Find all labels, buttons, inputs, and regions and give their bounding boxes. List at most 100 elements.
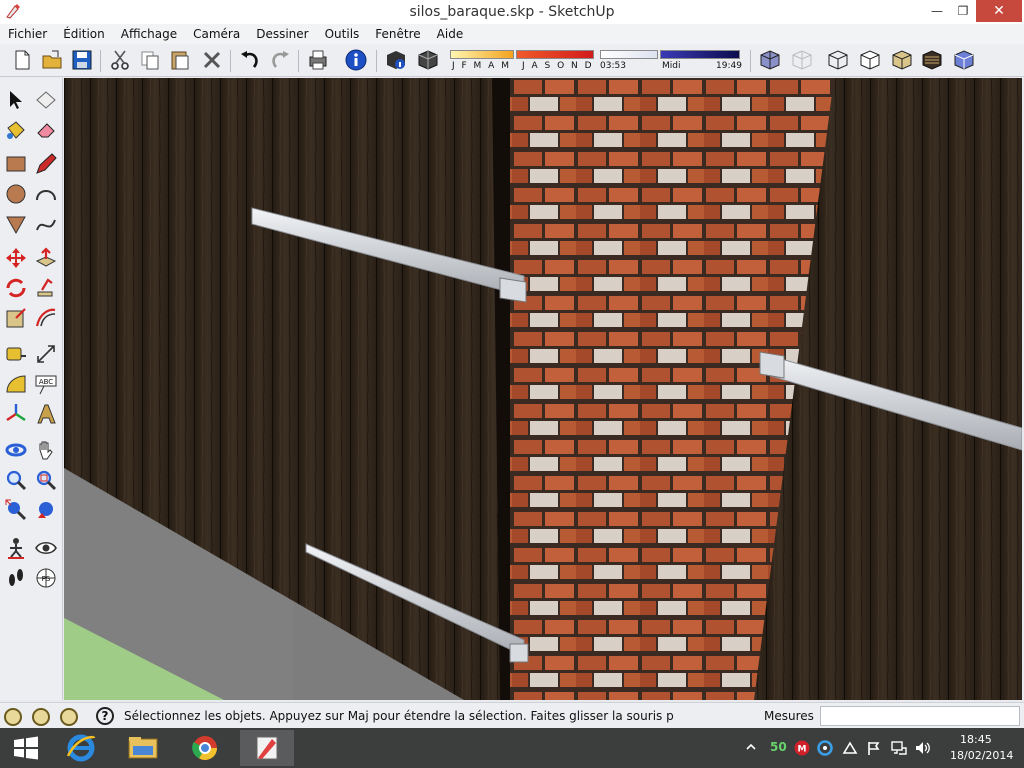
menu-affichage[interactable]: Affichage (113, 27, 185, 41)
close-button[interactable]: ✕ (976, 0, 1022, 22)
toolbar-separator (100, 50, 101, 72)
circle-icon[interactable] (4, 182, 28, 206)
show-hidden-icons[interactable] (746, 742, 756, 752)
pencil-line-icon[interactable] (34, 152, 58, 176)
undo-icon[interactable] (238, 48, 262, 72)
offset-icon[interactable] (34, 306, 58, 330)
menu-aide[interactable]: Aide (429, 27, 472, 41)
zoom-window-icon[interactable] (34, 468, 58, 492)
internet-explorer-icon[interactable] (54, 730, 108, 766)
save-icon[interactable] (70, 48, 94, 72)
section-plane-icon[interactable]: PS (34, 566, 58, 590)
3d-viewport[interactable] (64, 78, 1022, 700)
paste-icon[interactable] (168, 48, 192, 72)
hidden-line-white-icon[interactable] (858, 48, 882, 72)
previous-view-icon[interactable] (34, 498, 58, 522)
freehand-icon[interactable] (34, 212, 58, 236)
rectangle-icon[interactable] (4, 152, 28, 176)
cut-icon[interactable] (108, 48, 132, 72)
arc-icon[interactable] (34, 182, 58, 206)
menu-edition[interactable]: Édition (55, 27, 113, 41)
redo-icon[interactable] (268, 48, 292, 72)
month-slider-right[interactable]: J A S O N D (516, 50, 594, 72)
make-component-icon[interactable] (34, 88, 58, 112)
toolbar-separator (376, 50, 377, 72)
months-right-label: J A S O N D (522, 61, 594, 71)
minimize-button[interactable]: — (922, 0, 952, 22)
bluetooth-tray-icon[interactable] (842, 740, 858, 756)
mcafee-tray-icon[interactable]: M (794, 740, 810, 756)
file-explorer-icon[interactable] (116, 730, 170, 766)
wireframe-style-icon[interactable] (790, 48, 814, 72)
protractor-icon[interactable] (4, 372, 28, 396)
look-around-icon[interactable] (34, 536, 58, 560)
help-icon[interactable]: ? (96, 707, 114, 725)
svg-text:M: M (798, 745, 807, 755)
status-bar: ? Sélectionnez les objets. Appuyez sur M… (0, 702, 1024, 729)
follow-me-icon[interactable] (34, 276, 58, 300)
rotate-icon[interactable] (4, 276, 28, 300)
dimension-icon[interactable] (34, 342, 58, 366)
action-center-flag-icon[interactable] (866, 740, 882, 756)
pan-hand-icon[interactable] (34, 438, 58, 462)
credits-icon[interactable] (32, 708, 50, 726)
geo-location-icon[interactable] (4, 708, 22, 726)
text-label-icon[interactable]: ABC (34, 372, 58, 396)
polygon-icon[interactable] (4, 212, 28, 236)
print-icon[interactable] (306, 48, 330, 72)
xray-style-icon[interactable] (758, 48, 782, 72)
shaded-textures-icon[interactable] (920, 48, 944, 72)
tool-palette: ABC PS (0, 78, 63, 700)
time-start-label: 03:53 (600, 61, 626, 71)
measures-input[interactable] (820, 706, 1020, 726)
walk-footprints-icon[interactable] (4, 566, 28, 590)
orbit-icon[interactable] (4, 438, 28, 462)
sync-tray-icon[interactable] (817, 740, 833, 756)
select-arrow-icon[interactable] (4, 88, 28, 112)
erase-x-icon[interactable] (200, 48, 224, 72)
toggle-shadows-icon[interactable] (416, 48, 440, 72)
network-tray-icon[interactable] (890, 740, 908, 756)
menu-fichier[interactable]: Fichier (0, 27, 55, 41)
move-icon[interactable] (4, 246, 28, 270)
measures-label: Mesures (764, 709, 814, 723)
3d-text-icon[interactable] (34, 402, 58, 426)
tray-clock-time[interactable]: 18:45 (960, 733, 992, 746)
windows-start-icon[interactable] (0, 730, 50, 766)
volume-tray-icon[interactable] (914, 740, 932, 756)
menu-outils[interactable]: Outils (317, 27, 368, 41)
copy-icon[interactable] (138, 48, 162, 72)
menu-fenetre[interactable]: Fenêtre (367, 27, 428, 41)
windows-taskbar: 50 M 18:45 18/02/2014 (0, 728, 1024, 768)
monochrome-icon[interactable] (952, 48, 976, 72)
zoom-icon[interactable] (4, 468, 28, 492)
zoom-extents-icon[interactable] (4, 498, 28, 522)
menu-bar: Fichier Édition Affichage Caméra Dessine… (0, 24, 1024, 44)
model-info-icon[interactable] (344, 48, 368, 72)
hidden-line-icon[interactable] (826, 48, 850, 72)
scale-icon[interactable] (4, 306, 28, 330)
sketchup-taskbar-icon[interactable] (240, 730, 294, 766)
shaded-icon[interactable] (890, 48, 914, 72)
tape-measure-icon[interactable] (4, 342, 28, 366)
menu-camera[interactable]: Caméra (185, 27, 248, 41)
title-bar: silos_baraque.skp - SketchUp — ❐ ✕ (0, 0, 1024, 25)
new-file-icon[interactable] (10, 48, 34, 72)
open-folder-icon[interactable] (40, 48, 64, 72)
push-pull-icon[interactable] (34, 246, 58, 270)
position-camera-icon[interactable] (4, 536, 28, 560)
tray-clock-date[interactable]: 18/02/2014 (950, 749, 1013, 762)
paint-bucket-icon[interactable] (4, 118, 28, 142)
menu-dessiner[interactable]: Dessiner (248, 27, 316, 41)
svg-text:PS: PS (42, 575, 51, 583)
tray-counter[interactable]: 50 (770, 740, 787, 754)
months-left-label: J F M A M (452, 61, 511, 71)
maximize-button[interactable]: ❐ (950, 0, 976, 22)
month-slider[interactable]: J F M A M (450, 50, 514, 72)
chrome-icon[interactable] (178, 730, 232, 766)
time-slider[interactable]: 03:53 Midi 19:49 (600, 50, 742, 72)
axes-icon[interactable] (4, 402, 28, 426)
shadows-info-icon[interactable] (384, 48, 408, 72)
eraser-icon[interactable] (34, 118, 58, 142)
signin-icon[interactable] (60, 708, 78, 726)
